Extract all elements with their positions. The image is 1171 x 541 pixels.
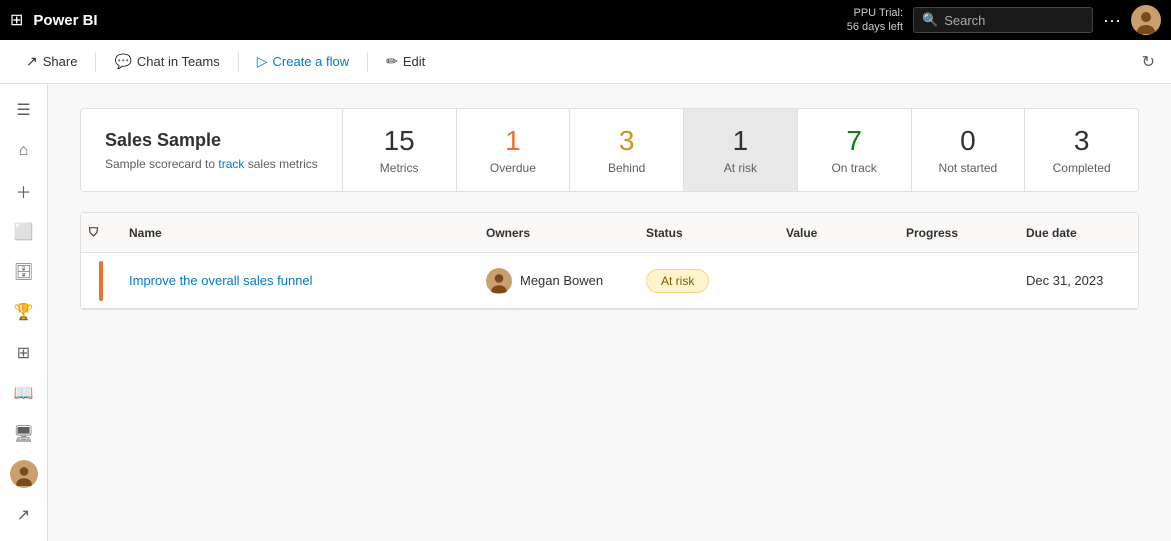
row-indicator-cell xyxy=(81,261,121,301)
nav-home-icon[interactable]: ⌂ xyxy=(4,132,44,168)
completed-count: 3 xyxy=(1074,125,1090,157)
metric-card-atrisk[interactable]: 1 At risk xyxy=(684,109,798,191)
overdue-label: Overdue xyxy=(490,161,536,175)
edit-icon: ✏ xyxy=(386,53,398,70)
scorecard-header: Sales Sample Sample scorecard to track s… xyxy=(80,108,1139,192)
scorecard-title-section: Sales Sample Sample scorecard to track s… xyxy=(81,109,343,191)
nav-create-icon[interactable]: ＋ xyxy=(4,173,44,209)
ontrack-label: On track xyxy=(831,161,876,175)
nav-learn-icon[interactable]: 📖 xyxy=(4,375,44,411)
search-icon: 🔍 xyxy=(922,12,938,28)
topbar: ⊞ Power BI PPU Trial: 56 days left 🔍 ··· xyxy=(0,0,1171,40)
metric-card-ontrack[interactable]: 7 On track xyxy=(798,109,912,191)
table-row: Improve the overall sales funnel Megan B… xyxy=(81,253,1138,309)
more-options-icon[interactable]: ··· xyxy=(1103,10,1121,31)
row-progress xyxy=(898,273,1018,289)
metric-card-behind[interactable]: 3 Behind xyxy=(570,109,684,191)
behind-label: Behind xyxy=(608,161,645,175)
nav-browse-icon[interactable]: ⬜ xyxy=(4,213,44,249)
nav-expand-icon[interactable]: ↗ xyxy=(4,497,44,533)
row-due-date: Dec 31, 2023 xyxy=(1018,265,1138,296)
user-avatar[interactable] xyxy=(1131,5,1161,35)
filter-icon: ⛉ xyxy=(89,225,98,239)
share-icon: ↗ xyxy=(26,53,38,70)
atrisk-label: At risk xyxy=(724,161,757,175)
nav-menu-icon[interactable]: ☰ xyxy=(4,92,44,128)
left-navigation: ☰ ⌂ ＋ ⬜ 🗄 🏆 ⊞ 📖 🖥 ↗ xyxy=(0,84,48,541)
nav-workspaces-icon[interactable]: 🖥 xyxy=(4,416,44,452)
scorecard-table: ⛉ Name Owners Status Value Progress Due … xyxy=(80,212,1139,310)
create-flow-button[interactable]: ▷ Create a flow xyxy=(247,47,359,76)
nav-user-icon[interactable] xyxy=(4,456,44,492)
layout: ☰ ⌂ ＋ ⬜ 🗄 🏆 ⊞ 📖 🖥 ↗ Sales Sample xyxy=(0,84,1171,541)
table-header-row: ⛉ Name Owners Status Value Progress Due … xyxy=(81,213,1138,253)
notstarted-label: Not started xyxy=(939,161,998,175)
col-due-date: Due date xyxy=(1018,222,1138,244)
col-progress: Progress xyxy=(898,222,1018,244)
scorecard-description: Sample scorecard to track sales metrics xyxy=(105,157,318,171)
completed-label: Completed xyxy=(1053,161,1111,175)
col-status: Status xyxy=(638,222,778,244)
nav-data-icon[interactable]: 🗄 xyxy=(4,254,44,290)
metric-cards: 15 Metrics 1 Overdue 3 Behind 1 At risk … xyxy=(343,109,1138,191)
overdue-count: 1 xyxy=(505,125,521,157)
col-name: Name xyxy=(121,222,478,244)
divider-2 xyxy=(238,52,239,72)
behind-count: 3 xyxy=(619,125,635,157)
owner-avatar xyxy=(486,268,512,294)
nav-apps-icon[interactable]: ⊞ xyxy=(4,335,44,371)
scorecard-title: Sales Sample xyxy=(105,130,318,151)
search-box[interactable]: 🔍 xyxy=(913,7,1093,33)
refresh-icon[interactable]: ↻ xyxy=(1142,52,1155,72)
row-value xyxy=(778,273,898,289)
edit-button[interactable]: ✏ Edit xyxy=(376,47,435,76)
row-name[interactable]: Improve the overall sales funnel xyxy=(121,265,478,296)
app-logo: Power BI xyxy=(33,12,97,29)
grid-icon[interactable]: ⊞ xyxy=(10,10,23,30)
metrics-label: Metrics xyxy=(380,161,419,175)
row-status: At risk xyxy=(638,261,778,301)
divider-3 xyxy=(367,52,368,72)
status-indicator xyxy=(99,261,103,301)
owner-name: Megan Bowen xyxy=(520,273,603,288)
flow-icon: ▷ xyxy=(257,53,268,70)
col-filter[interactable]: ⛉ xyxy=(81,221,121,244)
metric-card-overdue[interactable]: 1 Overdue xyxy=(457,109,571,191)
main-content: Sales Sample Sample scorecard to track s… xyxy=(48,84,1171,541)
nav-goals-icon[interactable]: 🏆 xyxy=(4,294,44,330)
share-button[interactable]: ↗ Share xyxy=(16,47,87,76)
divider-1 xyxy=(95,52,96,72)
metrics-count: 15 xyxy=(384,125,415,157)
metric-card-completed[interactable]: 3 Completed xyxy=(1025,109,1138,191)
scorecard-description-link[interactable]: track xyxy=(218,157,244,171)
trial-info: PPU Trial: 56 days left xyxy=(847,6,903,35)
metric-card-metrics[interactable]: 15 Metrics xyxy=(343,109,457,191)
search-input[interactable] xyxy=(944,13,1084,28)
ontrack-count: 7 xyxy=(846,125,862,157)
col-owners: Owners xyxy=(478,222,638,244)
teams-icon: 💬 xyxy=(114,53,131,70)
atrisk-count: 1 xyxy=(733,125,749,157)
subtoolbar: ↗ Share 💬 Chat in Teams ▷ Create a flow … xyxy=(0,40,1171,84)
chat-teams-button[interactable]: 💬 Chat in Teams xyxy=(104,47,229,76)
row-owner: Megan Bowen xyxy=(478,260,638,302)
status-badge: At risk xyxy=(646,269,709,293)
col-value: Value xyxy=(778,222,898,244)
metric-card-notstarted[interactable]: 0 Not started xyxy=(912,109,1026,191)
notstarted-count: 0 xyxy=(960,125,976,157)
